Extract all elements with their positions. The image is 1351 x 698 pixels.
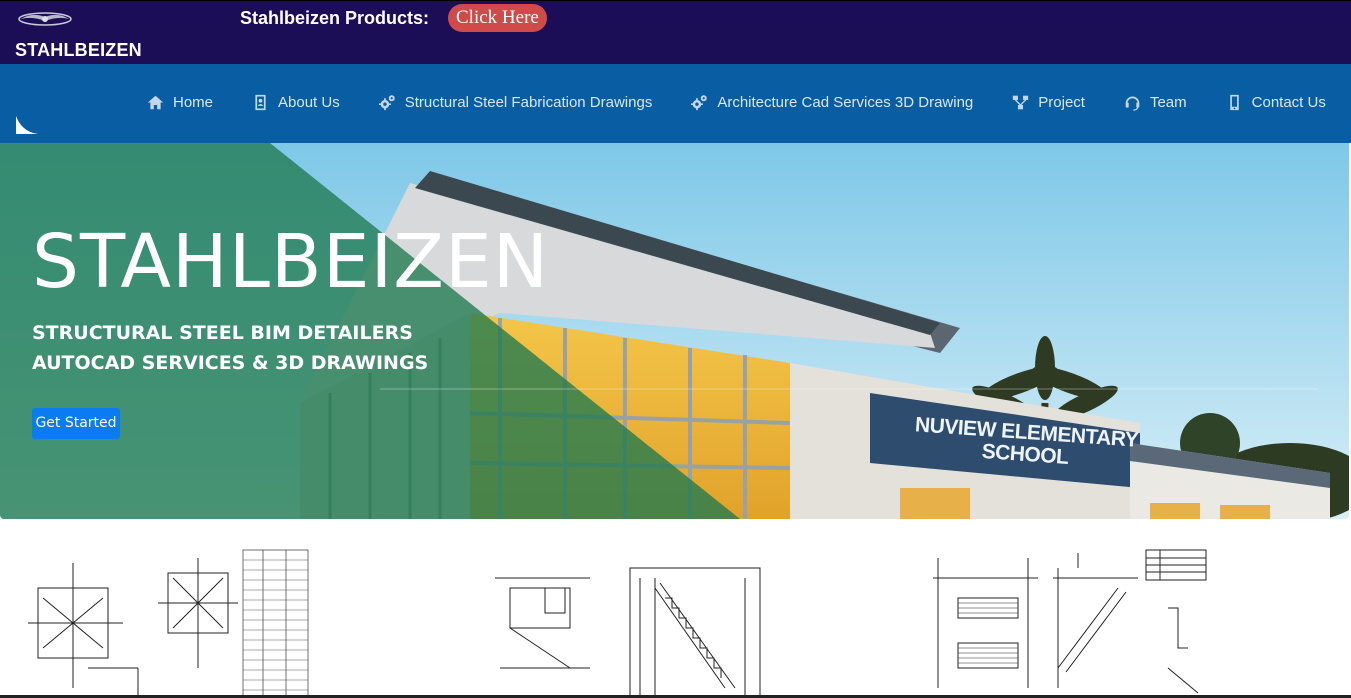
nav-item-label: Team (1149, 94, 1187, 111)
stair-section-drawing[interactable] (928, 548, 1213, 698)
nav-item-contact-us[interactable]: Contact Us (1226, 94, 1326, 111)
nav-item-team[interactable]: Team (1124, 94, 1187, 111)
hero-subtitle: STRUCTURAL STEEL BIM DETAILERS AUTOCAD S… (32, 318, 428, 378)
nav-item-architecture-cad[interactable]: Architecture Cad Services 3D Drawing (691, 94, 973, 111)
headset-icon (1125, 96, 1140, 111)
nav-menu: Home About Us Structural Steel Fabricati… (147, 94, 1326, 111)
hero-subtitle-line-2: AUTOCAD SERVICES & 3D DRAWINGS (32, 352, 429, 374)
brand-name[interactable]: STAHLBEIZEN (15, 40, 142, 61)
hero-title: STAHLBEIZEN (32, 219, 550, 305)
gears-icon (691, 95, 708, 111)
click-here-button[interactable]: Click Here (448, 4, 547, 32)
products-label: Stahlbeizen Products: (240, 8, 430, 28)
nav-item-label: Contact Us (1251, 94, 1326, 111)
hero-subtitle-line-1: STRUCTURAL STEEL BIM DETAILERS (32, 322, 413, 344)
nav-item-structural-steel[interactable]: Structural Steel Fabrication Drawings (378, 94, 653, 111)
nav-item-label: Project (1038, 94, 1085, 111)
sitemap-icon (1013, 95, 1029, 110)
nav-item-label: Structural Steel Fabrication Drawings (404, 94, 653, 111)
contact-card-icon (255, 94, 266, 111)
home-icon (147, 95, 164, 110)
nav-item-about-us[interactable]: About Us (252, 94, 340, 111)
logo-wings-icon[interactable] (18, 8, 72, 30)
stair-detail-drawing[interactable] (490, 548, 770, 698)
nav-item-label: Home (173, 94, 214, 111)
nav-item-label: About Us (278, 94, 340, 111)
mobile-icon (1229, 94, 1239, 111)
nav-item-home[interactable]: Home (147, 94, 213, 111)
nav-corner-decoration (16, 116, 38, 134)
hero-banner: NUVIEW ELEMENTARY SCHOOL STAHLBEIZEN STR… (0, 143, 1349, 519)
nav-item-project[interactable]: Project (1012, 94, 1085, 111)
top-bar: STAHLBEIZEN Stahlbeizen Products: Click … (0, 0, 1351, 64)
nav-item-label: Architecture Cad Services 3D Drawing (717, 94, 974, 111)
get-started-button[interactable]: Get Started (32, 408, 120, 439)
gears-icon (378, 95, 395, 111)
main-navbar: Home About Us Structural Steel Fabricati… (0, 64, 1351, 143)
steel-connection-drawing[interactable] (28, 548, 310, 698)
